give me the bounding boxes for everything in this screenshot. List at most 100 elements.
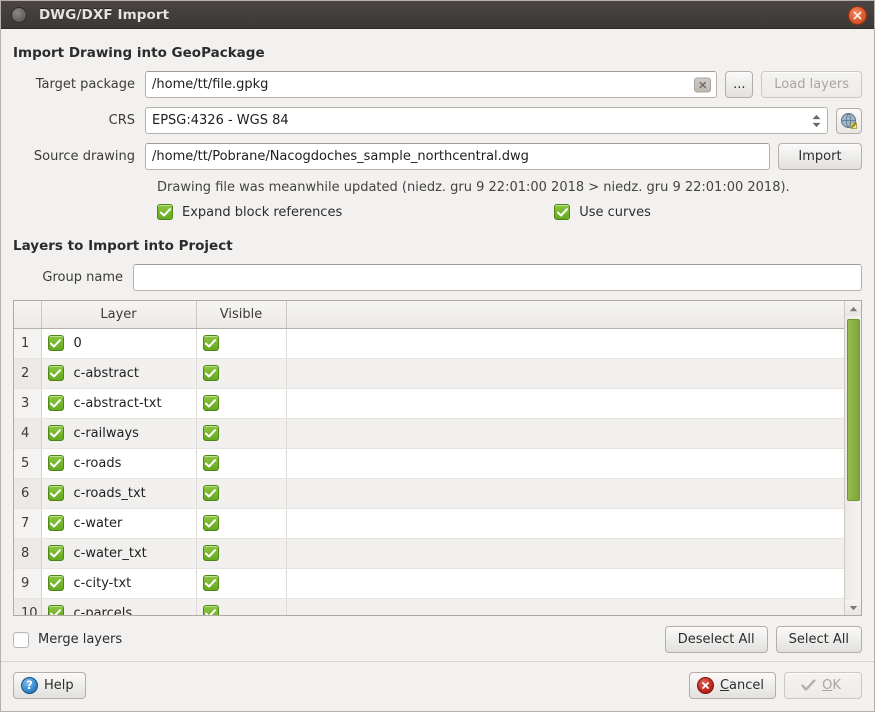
layer-visible-checkbox[interactable] <box>203 545 219 561</box>
layer-name-cell[interactable]: c-roads <box>41 448 196 478</box>
table-row[interactable]: 7c-water <box>14 508 861 538</box>
table-row[interactable]: 5c-roads <box>14 448 861 478</box>
title-bar[interactable]: DWG/DXF Import <box>1 1 874 29</box>
table-row[interactable]: 9c-city-txt <box>14 568 861 598</box>
row-number: 7 <box>14 508 41 538</box>
layer-name-cell[interactable]: c-water_txt <box>41 538 196 568</box>
crs-selector[interactable]: EPSG:4326 - WGS 84 <box>145 107 828 134</box>
layer-select-checkbox[interactable] <box>48 425 64 441</box>
deselect-all-button[interactable]: Deselect All <box>665 626 768 653</box>
layer-visible-checkbox[interactable] <box>203 365 219 381</box>
row-filler <box>286 598 861 616</box>
layer-select-checkbox[interactable] <box>48 395 64 411</box>
ok-button[interactable]: OK <box>784 672 862 699</box>
layer-visible-cell[interactable] <box>196 388 286 418</box>
layer-visible-checkbox[interactable] <box>203 515 219 531</box>
use-curves-checkbox[interactable]: Use curves <box>554 204 651 220</box>
table-scrollbar[interactable] <box>844 301 861 615</box>
layer-select-checkbox[interactable] <box>48 545 64 561</box>
help-button[interactable]: ? Help <box>13 672 86 699</box>
layer-visible-cell[interactable] <box>196 358 286 388</box>
layer-name: c-railways <box>74 426 139 441</box>
table-row[interactable]: 10c-parcels <box>14 598 861 616</box>
layer-name-cell[interactable]: c-abstract <box>41 358 196 388</box>
globe-icon[interactable] <box>836 108 862 134</box>
layer-select-checkbox[interactable] <box>48 455 64 471</box>
scrollbar-track[interactable] <box>845 316 862 600</box>
layer-select-checkbox[interactable] <box>48 515 64 531</box>
layer-visible-cell[interactable] <box>196 448 286 478</box>
layer-name-cell[interactable]: c-roads_txt <box>41 478 196 508</box>
layer-select-checkbox[interactable] <box>48 365 64 381</box>
import-button[interactable]: Import <box>778 143 862 170</box>
cancel-button-label: Cancel <box>720 678 764 693</box>
table-row[interactable]: 4c-railways <box>14 418 861 448</box>
group-name-input[interactable] <box>133 264 862 291</box>
scrollbar-thumb[interactable] <box>847 319 860 501</box>
row-number: 6 <box>14 478 41 508</box>
source-drawing-input[interactable]: /home/tt/Pobrane/Nacogdoches_sample_nort… <box>145 143 770 170</box>
layer-name-cell[interactable]: 0 <box>41 328 196 358</box>
layer-name: c-water_txt <box>74 546 147 561</box>
layer-visible-checkbox[interactable] <box>203 455 219 471</box>
table-row[interactable]: 10 <box>14 328 861 358</box>
column-header-rownum[interactable] <box>14 301 41 328</box>
layer-visible-checkbox[interactable] <box>203 395 219 411</box>
layer-visible-cell[interactable] <box>196 568 286 598</box>
layer-name-cell[interactable]: c-parcels <box>41 598 196 616</box>
layer-select-checkbox[interactable] <box>48 335 64 351</box>
table-row[interactable]: 3c-abstract-txt <box>14 388 861 418</box>
layer-name: c-city-txt <box>74 576 132 591</box>
expand-block-references-checkbox[interactable]: Expand block references <box>157 204 342 220</box>
layer-visible-checkbox[interactable] <box>203 485 219 501</box>
column-header-visible[interactable]: Visible <box>196 301 286 328</box>
layer-visible-cell[interactable] <box>196 538 286 568</box>
scroll-down-icon[interactable] <box>845 600 862 615</box>
layer-name-cell[interactable]: c-water <box>41 508 196 538</box>
layer-name-cell[interactable]: c-abstract-txt <box>41 388 196 418</box>
layer-select-checkbox[interactable] <box>48 605 64 616</box>
dialog-footer: ? Help Cancel OK <box>1 661 874 711</box>
group-name-label: Group name <box>13 270 133 285</box>
column-header-layer[interactable]: Layer <box>41 301 196 328</box>
crs-spinner[interactable] <box>812 114 821 127</box>
layer-visible-checkbox[interactable] <box>203 425 219 441</box>
checkbox-checked-icon <box>554 204 570 220</box>
layer-visible-cell[interactable] <box>196 508 286 538</box>
browse-target-package-button[interactable]: ... <box>725 71 753 98</box>
layer-visible-checkbox[interactable] <box>203 335 219 351</box>
layer-name-cell[interactable]: c-railways <box>41 418 196 448</box>
clear-icon[interactable] <box>694 77 711 92</box>
layer-select-checkbox[interactable] <box>48 575 64 591</box>
close-icon[interactable] <box>848 6 867 25</box>
window-title: DWG/DXF Import <box>39 7 169 23</box>
merge-layers-label: Merge layers <box>38 632 122 647</box>
layer-visible-cell[interactable] <box>196 418 286 448</box>
help-button-label: Help <box>44 678 74 693</box>
use-curves-label: Use curves <box>579 205 651 220</box>
layer-visible-cell[interactable] <box>196 598 286 616</box>
layer-name-cell[interactable]: c-city-txt <box>41 568 196 598</box>
table-row[interactable]: 6c-roads_txt <box>14 478 861 508</box>
layer-name: c-parcels <box>74 606 133 617</box>
cancel-button[interactable]: Cancel <box>689 672 776 699</box>
crs-value: EPSG:4326 - WGS 84 <box>152 113 289 128</box>
layer-visible-checkbox[interactable] <box>203 605 219 616</box>
load-layers-button[interactable]: Load layers <box>761 71 862 98</box>
layer-visible-cell[interactable] <box>196 478 286 508</box>
layer-visible-cell[interactable] <box>196 328 286 358</box>
select-all-button[interactable]: Select All <box>776 626 862 653</box>
layer-select-checkbox[interactable] <box>48 485 64 501</box>
table-row[interactable]: 8c-water_txt <box>14 538 861 568</box>
scroll-up-icon[interactable] <box>845 301 862 316</box>
table-row[interactable]: 2c-abstract <box>14 358 861 388</box>
layer-visible-checkbox[interactable] <box>203 575 219 591</box>
dialog-body: Import Drawing into GeoPackage Target pa… <box>1 29 874 661</box>
layers-table: Layer Visible 102c-abstract3c-abstract-t… <box>13 300 862 616</box>
merge-layers-checkbox[interactable]: Merge layers <box>13 632 122 648</box>
checkbox-checked-icon <box>157 204 173 220</box>
chevron-up-icon <box>812 114 821 119</box>
column-header-filler <box>286 301 861 328</box>
question-icon: ? <box>21 677 38 694</box>
target-package-input[interactable]: /home/tt/file.gpkg <box>145 71 717 98</box>
